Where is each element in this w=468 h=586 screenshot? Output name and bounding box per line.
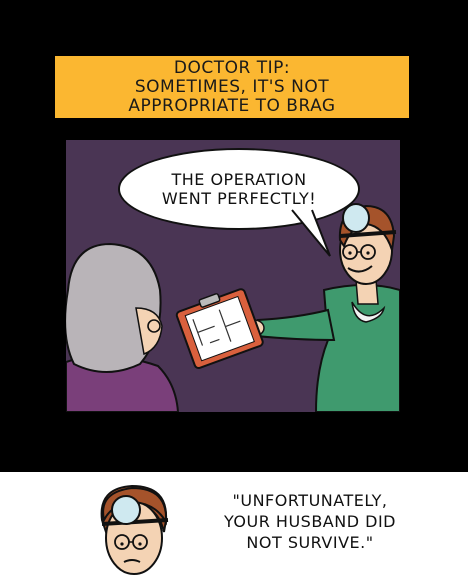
caption-box: DOCTOR TIP: SOMETIMES, IT'S NOT APPROPRI… xyxy=(53,54,411,120)
caption-line-3: APPROPRIATE TO BRAG xyxy=(128,95,336,116)
caption-line-2: SOMETIMES, IT'S NOT xyxy=(134,76,330,97)
speech-line-1: THE OPERATION xyxy=(171,170,307,189)
doctor-arm xyxy=(254,308,336,342)
speech-line-2: WENT PERFECTLY! xyxy=(161,189,317,208)
footer-quote-line-3: NOT SURVIVE." xyxy=(246,533,374,552)
footer-quote-line-2: YOUR HUSBAND DID xyxy=(224,512,396,531)
caption-line-1: DOCTOR TIP: xyxy=(173,57,291,78)
speech-bubble-tail xyxy=(291,208,331,257)
clipboard-icon xyxy=(175,288,264,370)
footer-quote-line-1: "UNFORTUNATELY, xyxy=(232,491,388,510)
doctor-face-illustration xyxy=(100,484,169,575)
comic-panel-frame: DOCTOR TIP: SOMETIMES, IT'S NOT APPROPRI… xyxy=(0,0,468,472)
footer-quote: "UNFORTUNATELY, YOUR HUSBAND DID NOT SUR… xyxy=(185,490,435,553)
head-mirror-icon xyxy=(111,495,141,525)
